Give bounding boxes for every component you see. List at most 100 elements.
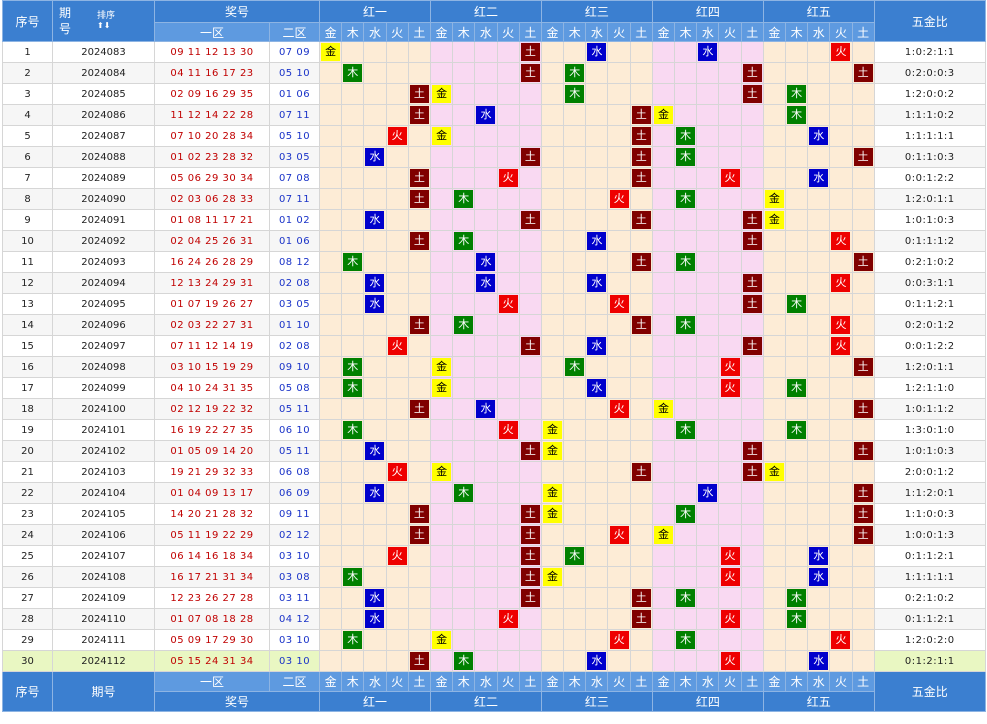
ratio-header: 五金比	[873, 0, 986, 42]
element-cell	[319, 398, 343, 420]
element-cell	[540, 524, 565, 546]
element-cell	[651, 566, 676, 588]
element-cell	[718, 419, 742, 441]
zone2-numbers: 03 10	[268, 650, 321, 672]
element-mark-earth: 土	[409, 106, 429, 124]
period-cell: 2024103	[52, 461, 155, 483]
ratio-cell: 0:0:1:2:2	[873, 167, 986, 189]
element-cell	[407, 566, 431, 588]
zone1-numbers: 05 09 17 29 30	[154, 629, 270, 651]
zone2-numbers: 09 11	[268, 503, 321, 525]
element-mark-wood: 木	[787, 106, 807, 124]
period-cell: 2024097	[52, 335, 155, 357]
period-cell: 2024083	[52, 41, 155, 63]
col-period-header[interactable]: 期号 排序 ⬆⬇	[52, 0, 155, 42]
element-cell	[496, 398, 520, 420]
element-mark-water: 水	[365, 442, 385, 460]
element-cell	[407, 377, 431, 399]
element-cell	[762, 335, 787, 357]
zone2-numbers: 07 11	[268, 104, 321, 126]
footer-element-fire: 火	[829, 671, 853, 692]
element-cell	[585, 251, 609, 273]
element-cell: 火	[496, 167, 520, 189]
element-cell	[585, 104, 609, 126]
element-cell	[319, 209, 343, 231]
table-row: 19 2024101 16 19 22 27 35 06 10 木 火 金 木 木 1:3:0:1…	[2, 419, 986, 441]
element-cell	[607, 314, 631, 336]
element-mark-water: 水	[698, 484, 718, 502]
element-cell	[629, 440, 653, 462]
element-cell	[518, 356, 542, 378]
element-mark-water: 水	[587, 232, 607, 250]
element-cell	[563, 608, 587, 630]
ratio-cell: 1:3:0:1:0	[873, 419, 986, 441]
element-cell	[807, 377, 831, 399]
element-cell	[563, 41, 587, 63]
element-cell	[429, 251, 454, 273]
element-cell: 木	[674, 587, 698, 609]
element-cell	[607, 167, 631, 189]
element-cell: 木	[341, 629, 365, 651]
element-header-fire: 火	[829, 22, 853, 42]
element-cell	[762, 251, 787, 273]
element-cell	[718, 83, 742, 105]
element-cell	[341, 167, 365, 189]
element-cell	[762, 440, 787, 462]
element-cell	[452, 608, 476, 630]
footer-element-water: 水	[363, 671, 387, 692]
element-cell	[563, 482, 587, 504]
element-cell: 火	[385, 125, 409, 147]
element-cell: 水	[363, 293, 387, 315]
element-cell: 土	[851, 440, 875, 462]
element-cell	[496, 125, 520, 147]
zone2-numbers: 06 09	[268, 482, 321, 504]
element-cell	[696, 503, 720, 525]
element-cell	[452, 209, 476, 231]
element-cell	[452, 440, 476, 462]
element-cell: 金	[429, 83, 454, 105]
element-cell	[807, 188, 831, 210]
ratio-cell: 1:1:2:0:1	[873, 482, 986, 504]
zone1-numbers: 05 15 24 31 34	[154, 650, 270, 672]
element-cell	[851, 314, 875, 336]
ratio-cell: 1:0:2:1:1	[873, 41, 986, 63]
element-cell	[696, 209, 720, 231]
element-mark-gold: 金	[653, 526, 673, 544]
element-mark-water: 水	[476, 106, 496, 124]
element-cell	[385, 146, 409, 168]
element-cell	[718, 314, 742, 336]
seq-cell: 10	[2, 230, 53, 252]
sort-button[interactable]: 排序 ⬆⬇	[97, 11, 115, 31]
element-cell	[829, 209, 853, 231]
zone2-numbers: 09 10	[268, 356, 321, 378]
period-cell: 2024084	[52, 62, 155, 84]
element-cell	[563, 398, 587, 420]
element-cell	[540, 230, 565, 252]
element-cell: 土	[851, 62, 875, 84]
element-cell	[785, 272, 809, 294]
element-cell	[807, 356, 831, 378]
element-cell	[740, 146, 764, 168]
element-cell: 土	[407, 104, 431, 126]
element-cell	[829, 167, 853, 189]
element-cell: 木	[563, 62, 587, 84]
element-cell	[385, 62, 409, 84]
element-cell	[429, 608, 454, 630]
table-row: 22 2024104 01 04 09 13 17 06 09 水 木 金 水 土 1:1:2:0…	[2, 482, 986, 504]
element-mark-earth: 土	[631, 106, 651, 124]
element-mark-fire: 火	[498, 295, 518, 313]
element-cell	[385, 419, 409, 441]
element-cell	[518, 230, 542, 252]
element-cell	[762, 314, 787, 336]
element-cell	[607, 650, 631, 672]
ratio-cell: 1:0:1:0:3	[873, 440, 986, 462]
element-cell	[563, 566, 587, 588]
element-mark-wood: 木	[676, 190, 696, 208]
element-cell	[319, 146, 343, 168]
element-cell	[540, 356, 565, 378]
element-cell: 水	[807, 650, 831, 672]
element-cell	[807, 230, 831, 252]
element-cell	[651, 167, 676, 189]
element-cell	[385, 209, 409, 231]
table-row: 13 2024095 01 07 19 26 27 03 05 水 火 火 土 木 0:1:1:2…	[2, 293, 986, 315]
